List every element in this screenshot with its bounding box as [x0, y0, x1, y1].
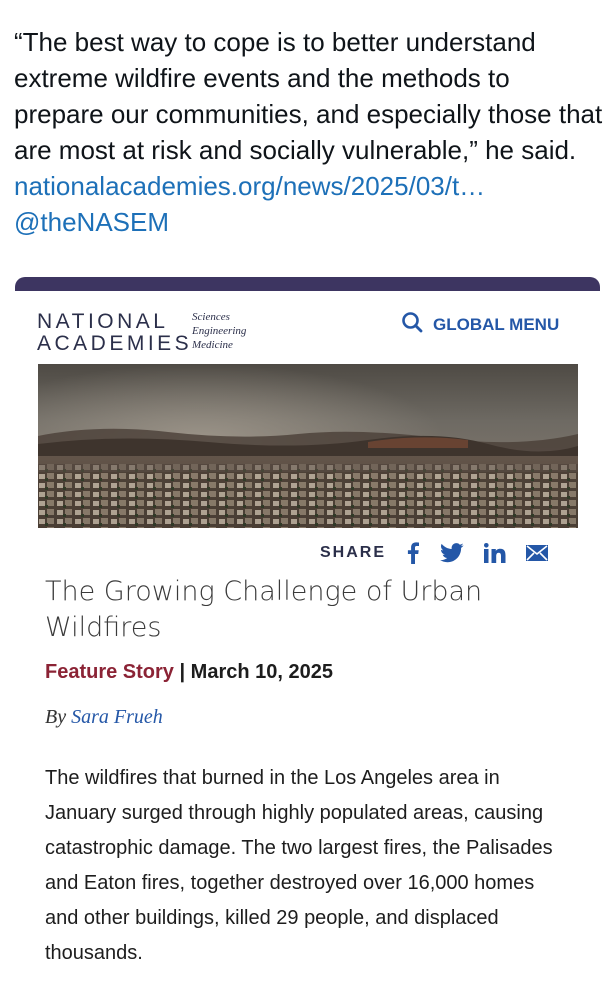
share-label: SHARE: [320, 544, 387, 561]
article-meta: Feature Story | March 10, 2025: [45, 661, 333, 684]
share-row: SHARE: [320, 542, 549, 564]
logo-sub-engineering: Engineering: [192, 325, 247, 337]
email-icon[interactable]: [526, 545, 549, 561]
meta-separator: |: [179, 661, 186, 683]
byline-prefix: By: [45, 706, 67, 728]
linkedin-icon[interactable]: [484, 543, 506, 563]
twitter-icon[interactable]: [440, 543, 464, 563]
wildfire-smoke-photo: [38, 364, 578, 528]
logo-sub-medicine: Medicine: [192, 339, 233, 351]
logo-sub-sciences: Sciences: [192, 311, 230, 323]
story-type-label[interactable]: Feature Story: [45, 661, 174, 683]
facebook-icon[interactable]: [406, 542, 420, 564]
global-menu-label: GLOBAL MENU: [433, 314, 560, 334]
search-icon[interactable]: [401, 311, 423, 338]
logo-subtitle: Sciences Engineering Medicine: [192, 310, 246, 352]
article-body: The wildfires that burned in the Los Ang…: [45, 767, 553, 964]
tweet-quote: “The best way to cope is to better under…: [14, 27, 603, 165]
card-top-bar: [15, 277, 600, 291]
tweet-text: “The best way to cope is to better under…: [14, 24, 604, 240]
national-academies-logo[interactable]: NATIONAL ACADEMIES: [37, 311, 192, 355]
link-preview-card[interactable]: NATIONAL ACADEMIES Sciences Engineering …: [15, 291, 600, 1000]
global-menu-button[interactable]: GLOBAL MENU: [401, 311, 559, 338]
byline: By Sara Frueh: [45, 706, 163, 729]
article-title[interactable]: The Growing Challenge of Urban Wildfires: [45, 574, 565, 646]
logo-line-2: ACADEMIES: [37, 332, 193, 355]
mention-handle[interactable]: @theNASEM: [14, 204, 604, 240]
article-date: March 10, 2025: [190, 661, 333, 683]
logo-line-1: NATIONAL: [37, 310, 169, 333]
author-link[interactable]: Sara Frueh: [71, 706, 163, 728]
article-link[interactable]: nationalacademies.org/news/2025/03/t…: [14, 171, 485, 201]
